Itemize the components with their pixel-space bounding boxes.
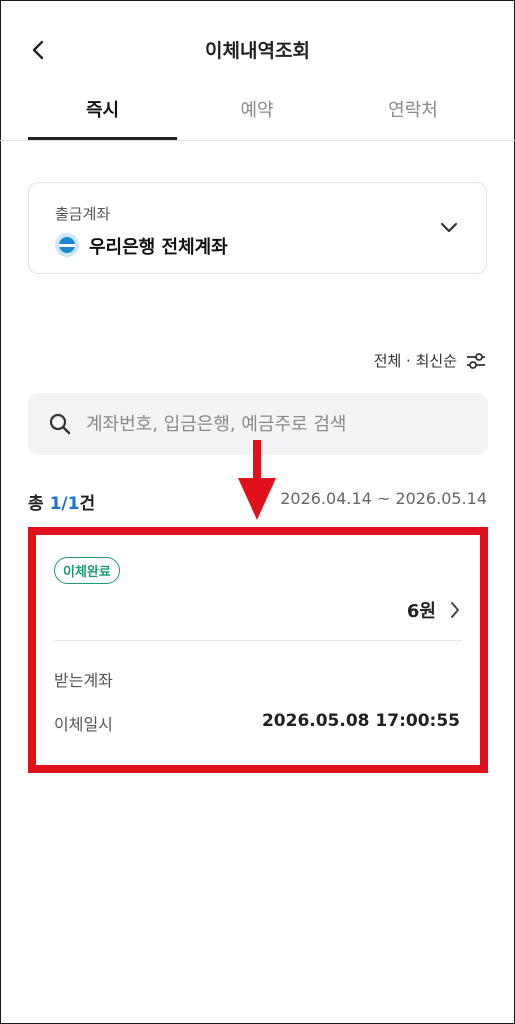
date-range: 2026.04.14 ~ 2026.05.14	[280, 489, 487, 508]
chevron-down-icon	[438, 217, 460, 239]
count-prefix: 총	[28, 494, 50, 514]
divider	[54, 640, 462, 641]
transaction-item[interactable]: 이체완료 6원 받는계좌 이체일시 2026.05.08 17:00:55	[36, 535, 480, 765]
transfer-datetime-label: 이체일시	[54, 715, 113, 734]
page-title: 이체내역조회	[205, 40, 310, 62]
tab-instant[interactable]: 즉시	[28, 80, 177, 140]
transaction-amount: 6원	[406, 601, 436, 622]
search-icon	[48, 412, 72, 436]
result-count: 총 1/1건	[28, 489, 95, 514]
search-input[interactable]	[84, 412, 468, 436]
filter-label: 전체 · 최신순	[373, 352, 457, 370]
account-label: 출금계좌	[55, 205, 111, 223]
transfer-datetime-value: 2026.05.08 17:00:55	[261, 711, 460, 731]
status-badge: 이체완료	[54, 557, 120, 584]
account-name: 우리은행 전체계좌	[89, 237, 228, 258]
red-down-arrow	[238, 440, 276, 520]
filter-sliders-icon	[467, 352, 485, 369]
receiving-account-label: 받는계좌	[54, 671, 113, 690]
tab-scheduled[interactable]: 예약	[182, 80, 332, 138]
tab-bar: 즉시 예약 연락처	[0, 80, 515, 141]
count-value: 1/1	[49, 494, 80, 514]
withdrawal-account-selector[interactable]: 출금계좌 우리은행 전체계좌	[28, 182, 487, 274]
amount-row: 6원	[407, 597, 460, 623]
filter-sort-button[interactable]: 전체 · 최신순	[374, 350, 487, 371]
bank-logo-icon	[55, 233, 79, 257]
tab-contacts[interactable]: 연락처	[338, 80, 488, 138]
count-suffix: 건	[79, 494, 96, 514]
chevron-right-icon	[451, 602, 459, 618]
